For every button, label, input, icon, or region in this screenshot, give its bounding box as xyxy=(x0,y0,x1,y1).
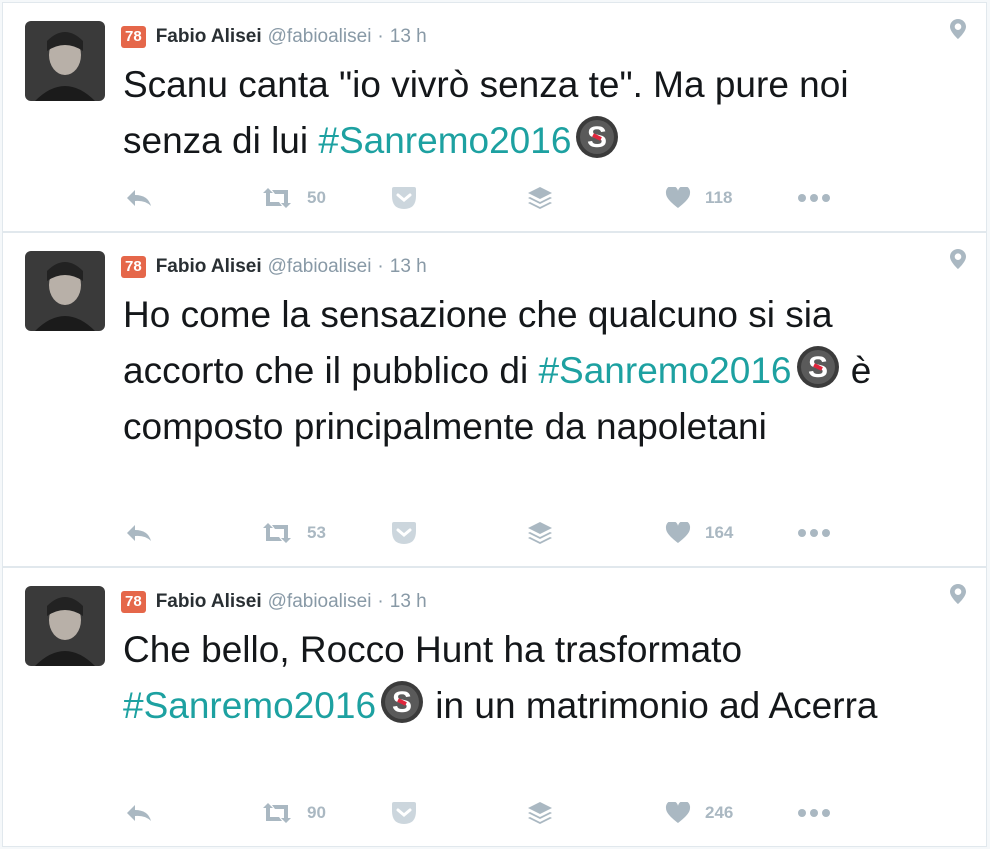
more-button[interactable] xyxy=(797,183,831,213)
reply-button[interactable] xyxy=(125,798,153,828)
separator: · xyxy=(377,256,384,277)
hashtag-link[interactable]: #Sanremo2016 xyxy=(318,120,571,161)
sanremo-hashflag-icon: S xyxy=(795,344,841,390)
heart-icon xyxy=(665,802,691,824)
tweet[interactable]: 78 Fabio Alisei @fabioalisei · 13 h Che … xyxy=(2,567,987,847)
avatar[interactable] xyxy=(25,586,105,666)
tweet-header: 78 Fabio Alisei @fabioalisei · 13 h xyxy=(121,22,427,52)
tweet[interactable]: 78 Fabio Alisei @fabioalisei · 13 h Ho c… xyxy=(2,232,987,567)
like-button[interactable]: 164 xyxy=(665,518,733,548)
count-badge: 78 xyxy=(121,591,146,613)
sanremo-hashflag-icon: S xyxy=(574,114,620,160)
timestamp[interactable]: 13 h xyxy=(390,591,427,613)
like-count: 246 xyxy=(705,803,734,822)
buffer-icon xyxy=(527,186,553,210)
reply-icon xyxy=(125,523,153,543)
like-count: 164 xyxy=(705,523,734,542)
like-count: 118 xyxy=(705,188,733,207)
author-handle[interactable]: @fabioalisei xyxy=(268,256,372,278)
avatar[interactable] xyxy=(25,21,105,101)
hashtag-link[interactable]: #Sanremo2016 xyxy=(538,350,791,391)
tweet-header: 78 Fabio Alisei @fabioalisei · 13 h xyxy=(121,252,427,282)
reply-button[interactable] xyxy=(125,183,153,213)
timestamp[interactable]: 13 h xyxy=(390,256,427,278)
buffer-button[interactable] xyxy=(527,183,553,213)
retweet-icon xyxy=(261,522,293,544)
pocket-button[interactable] xyxy=(391,518,417,548)
retweet-button[interactable]: 90 xyxy=(261,798,326,828)
buffer-button[interactable] xyxy=(527,798,553,828)
avatar[interactable] xyxy=(25,251,105,331)
author-handle[interactable]: @fabioalisei xyxy=(268,26,372,48)
tweet-text: Scanu canta "io vivrò senza te". Ma pure… xyxy=(123,57,953,169)
count-badge: 78 xyxy=(121,26,146,48)
heart-icon xyxy=(665,522,691,544)
more-button[interactable] xyxy=(797,518,831,548)
hashtag-link[interactable]: #Sanremo2016 xyxy=(123,685,376,726)
author-name[interactable]: Fabio Alisei xyxy=(156,26,262,48)
pocket-button[interactable] xyxy=(391,183,417,213)
retweet-icon xyxy=(261,802,293,824)
author-name[interactable]: Fabio Alisei xyxy=(156,256,262,278)
timestamp[interactable]: 13 h xyxy=(390,26,427,48)
like-button[interactable]: 118 xyxy=(665,183,732,213)
tweet-actions: 53 164 xyxy=(123,518,843,548)
tweet-feed: 78 Fabio Alisei @fabioalisei · 13 h Scan… xyxy=(0,0,990,849)
retweet-count: 53 xyxy=(307,523,326,542)
location-pin-icon[interactable] xyxy=(950,584,966,604)
reply-icon xyxy=(125,188,153,208)
sanremo-hashflag-icon: S xyxy=(379,679,425,725)
more-button[interactable] xyxy=(797,798,831,828)
like-button[interactable]: 246 xyxy=(665,798,733,828)
pocket-icon xyxy=(391,186,417,210)
tweet-text: Che bello, Rocco Hunt ha trasformato #Sa… xyxy=(123,622,953,734)
tweet-header: 78 Fabio Alisei @fabioalisei · 13 h xyxy=(121,587,427,617)
tweet[interactable]: 78 Fabio Alisei @fabioalisei · 13 h Scan… xyxy=(2,2,987,232)
more-icon xyxy=(797,808,831,818)
retweet-count: 50 xyxy=(307,188,326,207)
tweet-text-before: Che bello, Rocco Hunt ha trasformato xyxy=(123,629,743,670)
tweet-text: Ho come la sensazione che qualcuno si si… xyxy=(123,287,953,455)
tweet-text-after: in un matrimonio ad Acerra xyxy=(425,685,878,726)
pocket-icon xyxy=(391,801,417,825)
author-name[interactable]: Fabio Alisei xyxy=(156,591,262,613)
heart-icon xyxy=(665,187,691,209)
pocket-button[interactable] xyxy=(391,798,417,828)
retweet-count: 90 xyxy=(307,803,326,822)
retweet-button[interactable]: 50 xyxy=(261,183,326,213)
buffer-icon xyxy=(527,521,553,545)
retweet-button[interactable]: 53 xyxy=(261,518,326,548)
more-icon xyxy=(797,528,831,538)
retweet-icon xyxy=(261,187,293,209)
location-pin-icon[interactable] xyxy=(950,19,966,39)
tweet-actions: 50 118 xyxy=(123,183,843,213)
separator: · xyxy=(377,591,384,612)
reply-icon xyxy=(125,803,153,823)
tweet-actions: 90 246 xyxy=(123,798,843,828)
location-pin-icon[interactable] xyxy=(950,249,966,269)
separator: · xyxy=(377,26,384,47)
count-badge: 78 xyxy=(121,256,146,278)
reply-button[interactable] xyxy=(125,518,153,548)
buffer-icon xyxy=(527,801,553,825)
author-handle[interactable]: @fabioalisei xyxy=(268,591,372,613)
pocket-icon xyxy=(391,521,417,545)
buffer-button[interactable] xyxy=(527,518,553,548)
more-icon xyxy=(797,193,831,203)
